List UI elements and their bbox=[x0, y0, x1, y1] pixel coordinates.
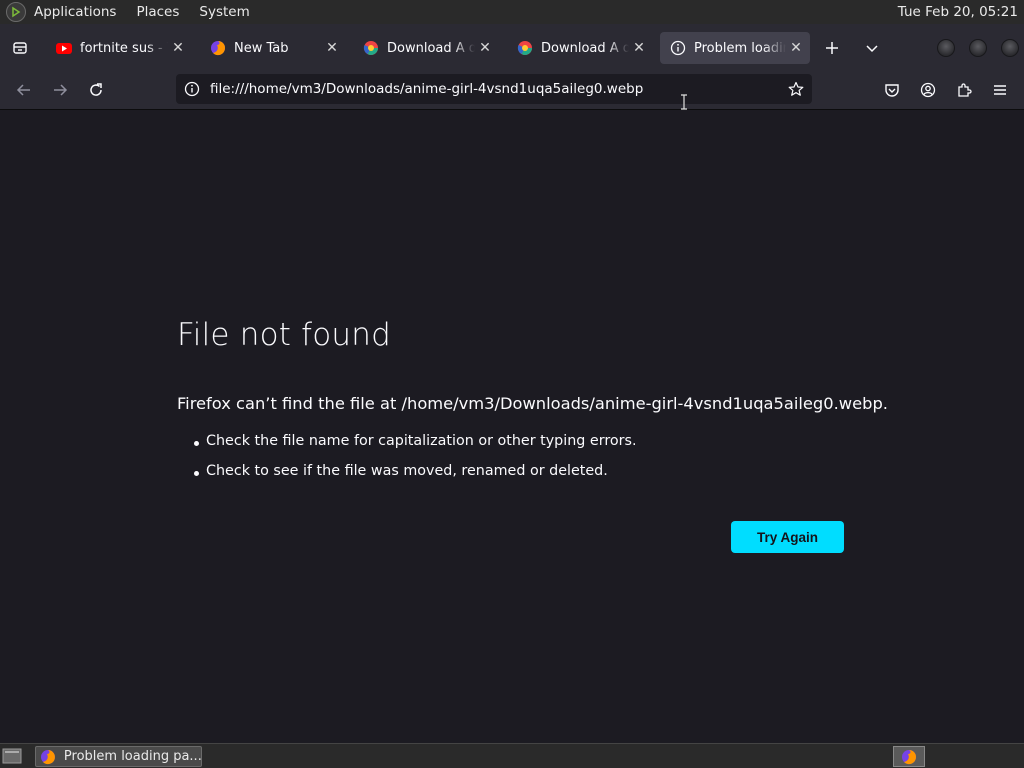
show-desktop-icon[interactable] bbox=[2, 747, 22, 765]
list-item: Check to see if the file was moved, rena… bbox=[192, 463, 637, 493]
clock[interactable]: Tue Feb 20, 05:21 bbox=[898, 4, 1018, 20]
minimize-button[interactable] bbox=[937, 39, 955, 57]
arrow-left-icon bbox=[16, 84, 30, 96]
bookmark-star-button[interactable] bbox=[786, 79, 806, 99]
youtube-icon bbox=[56, 43, 72, 54]
account-button[interactable] bbox=[916, 78, 940, 102]
firefox-icon bbox=[40, 749, 55, 764]
firefox-view-button[interactable] bbox=[8, 36, 32, 60]
tab-close-icon[interactable]: ✕ bbox=[168, 40, 188, 56]
bottom-taskbar: Problem loading pa... bbox=[0, 743, 1024, 768]
forward-button[interactable] bbox=[48, 78, 72, 102]
extensions-button[interactable] bbox=[952, 78, 976, 102]
places-menu[interactable]: Places bbox=[136, 4, 179, 20]
tab-title: fortnite sus - YouTube bbox=[80, 40, 168, 56]
url-bar[interactable]: file:///home/vm3/Downloads/anime-girl-4v… bbox=[176, 74, 812, 104]
url-input[interactable]: file:///home/vm3/Downloads/anime-girl-4v… bbox=[210, 81, 786, 97]
firefox-view-icon bbox=[13, 42, 27, 54]
tab-download-2[interactable]: Download A dream ✕ bbox=[507, 32, 653, 64]
reload-icon bbox=[90, 83, 102, 96]
chrome-like-icon bbox=[517, 41, 532, 55]
tab-title: Download A dream bbox=[541, 40, 629, 56]
system-top-panel: Applications Places System Tue Feb 20, 0… bbox=[0, 0, 1024, 24]
mate-logo-icon[interactable] bbox=[6, 2, 26, 22]
new-tab-button[interactable] bbox=[820, 36, 844, 60]
plus-icon bbox=[826, 42, 838, 54]
taskbar-window-button[interactable]: Problem loading pa... bbox=[35, 746, 202, 767]
tab-title: Download A dream bbox=[387, 40, 475, 56]
chrome-like-icon bbox=[363, 41, 378, 55]
tab-title: Problem loading page bbox=[694, 40, 786, 56]
tab-download-1[interactable]: Download A dream ✕ bbox=[353, 32, 499, 64]
firefox-icon bbox=[211, 41, 226, 56]
tab-close-icon[interactable]: ✕ bbox=[475, 40, 495, 56]
info-icon bbox=[670, 40, 686, 56]
tab-close-icon[interactable]: ✕ bbox=[629, 40, 649, 56]
error-description: Firefox can’t find the file at /home/vm3… bbox=[177, 394, 888, 413]
workspace-switcher[interactable] bbox=[893, 746, 925, 767]
text-cursor-icon bbox=[681, 94, 687, 110]
app-menu-button[interactable] bbox=[988, 78, 1012, 102]
firefox-icon bbox=[902, 749, 917, 764]
suggestion-list: Check the file name for capitalization o… bbox=[192, 433, 637, 493]
tab-close-icon[interactable]: ✕ bbox=[322, 40, 342, 56]
tab-problem-loading[interactable]: Problem loading page ✕ bbox=[660, 32, 810, 64]
account-icon bbox=[920, 82, 936, 98]
list-item: Check the file name for capitalization o… bbox=[192, 433, 637, 463]
close-window-button[interactable] bbox=[1001, 39, 1019, 57]
back-button[interactable] bbox=[12, 78, 36, 102]
navigation-toolbar: file:///home/vm3/Downloads/anime-girl-4v… bbox=[0, 70, 1024, 110]
tab-youtube[interactable]: fortnite sus - YouTube ✕ bbox=[46, 32, 192, 64]
tab-new-tab[interactable]: New Tab ✕ bbox=[200, 32, 346, 64]
maximize-button[interactable] bbox=[969, 39, 987, 57]
error-page: File not found Firefox can’t find the fi… bbox=[0, 111, 1024, 743]
pocket-icon bbox=[885, 84, 899, 97]
try-again-button[interactable]: Try Again bbox=[731, 521, 844, 553]
reload-button[interactable] bbox=[84, 78, 108, 102]
site-info-icon[interactable] bbox=[184, 81, 200, 97]
tab-title: New Tab bbox=[234, 40, 289, 56]
chevron-down-icon bbox=[866, 45, 878, 53]
arrow-right-icon bbox=[54, 84, 68, 96]
page-title: File not found bbox=[177, 317, 392, 353]
list-all-tabs-button[interactable] bbox=[860, 36, 884, 60]
pocket-button[interactable] bbox=[880, 78, 904, 102]
system-menu[interactable]: System bbox=[199, 4, 249, 20]
tab-strip: fortnite sus - YouTube ✕ New Tab ✕ Downl… bbox=[0, 24, 1024, 70]
applications-menu[interactable]: Applications bbox=[34, 4, 116, 20]
hamburger-menu-icon bbox=[994, 85, 1006, 95]
taskbar-window-label: Problem loading pa... bbox=[63, 749, 201, 764]
tab-close-icon[interactable]: ✕ bbox=[786, 40, 806, 56]
puzzle-icon bbox=[958, 83, 972, 97]
star-icon bbox=[788, 81, 804, 96]
